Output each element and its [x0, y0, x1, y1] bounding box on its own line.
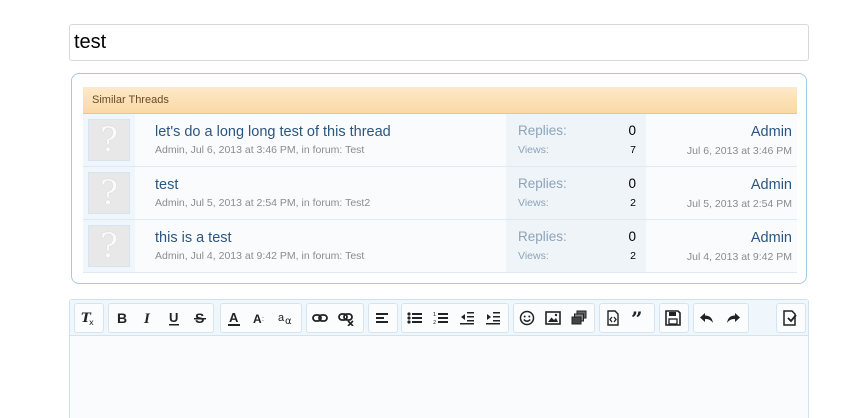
svg-text:”: ” — [631, 311, 643, 325]
replies-label: Replies: — [518, 123, 567, 138]
replies-count: 0 — [628, 123, 636, 138]
svg-text:U: U — [169, 311, 178, 325]
italic-icon[interactable]: I — [135, 305, 161, 331]
thread-stats: Replies: 0 Views: 2 — [506, 220, 646, 272]
thread-stats: Replies: 0 Views: 7 — [506, 114, 646, 166]
toolbar-group-block: ” — [599, 303, 655, 333]
toolbar-group-mode — [776, 303, 806, 333]
font-family-icon[interactable]: aα — [273, 305, 299, 331]
redo-icon[interactable] — [720, 305, 746, 331]
strikethrough-icon[interactable]: S — [187, 305, 213, 331]
last-post-date[interactable]: Jul 6, 2013 at 3:46 PM — [687, 145, 792, 157]
toolbar-group-list: 12 — [401, 303, 509, 333]
toolbar-group-draft — [659, 303, 689, 333]
bullet-list-icon[interactable] — [402, 305, 428, 331]
thread-title-input[interactable]: test — [69, 24, 809, 61]
toolbar-group-insert — [513, 303, 595, 333]
svg-text:A: A — [253, 312, 262, 325]
smilies-icon[interactable] — [514, 305, 540, 331]
save-draft-icon[interactable] — [660, 305, 686, 331]
editor-toolbar: Tx B I U S A A: aα 12 — [70, 300, 808, 336]
svg-text:I: I — [143, 311, 151, 325]
toolbar-group-font: A A: aα — [220, 303, 302, 333]
placeholder-avatar-icon: ? — [99, 173, 119, 213]
svg-text:A: A — [229, 311, 239, 325]
svg-text:2: 2 — [433, 320, 436, 325]
views-label: Views: — [518, 197, 549, 209]
outdent-icon[interactable] — [454, 305, 480, 331]
views-label: Views: — [518, 144, 549, 156]
views-label: Views: — [518, 250, 549, 262]
underline-icon[interactable]: U — [161, 305, 187, 331]
thread-link[interactable]: let's do a long long test of this thread — [155, 124, 391, 140]
media-icon[interactable] — [566, 305, 592, 331]
toolbar-group-clear: Tx — [74, 303, 104, 333]
text-color-icon[interactable]: A — [221, 305, 247, 331]
placeholder-avatar-icon: ? — [99, 120, 119, 160]
views-count: 2 — [630, 197, 636, 209]
numbered-list-icon[interactable]: 12 — [428, 305, 454, 331]
link-icon[interactable] — [307, 305, 333, 331]
font-size-icon[interactable]: A: — [247, 305, 273, 331]
undo-icon[interactable] — [694, 305, 720, 331]
avatar-cell: ? — [83, 220, 135, 272]
views-count: 2 — [630, 250, 636, 262]
views-count: 7 — [630, 144, 636, 156]
last-post-date[interactable]: Jul 5, 2013 at 2:54 PM — [687, 198, 792, 210]
unlink-icon[interactable] — [333, 305, 359, 331]
similar-thread-row: ? this is a test Admin, Jul 4, 2013 at 9… — [83, 220, 797, 273]
thread-meta: Admin, Jul 5, 2013 at 2:54 PM, in forum:… — [155, 197, 371, 209]
toolbar-group-link — [306, 303, 364, 333]
avatar[interactable]: ? — [88, 172, 130, 214]
toolbar-group-text-style: B I U S — [108, 303, 214, 333]
replies-count: 0 — [628, 176, 636, 191]
message-editor[interactable]: Tx B I U S A A: aα 12 — [69, 299, 809, 418]
svg-text:x: x — [89, 318, 94, 326]
avatar-cell: ? — [83, 167, 135, 219]
image-icon[interactable] — [540, 305, 566, 331]
last-post-user-link[interactable]: Admin — [751, 230, 792, 246]
thread-stats: Replies: 0 Views: 2 — [506, 167, 646, 219]
similar-threads-heading: Similar Threads — [83, 87, 797, 114]
last-post-user-link[interactable]: Admin — [751, 177, 792, 193]
last-post-date[interactable]: Jul 4, 2013 at 9:42 PM — [687, 251, 792, 263]
svg-text:B: B — [117, 311, 127, 325]
similar-thread-row: ? let's do a long long test of this thre… — [83, 114, 797, 167]
replies-count: 0 — [628, 229, 636, 244]
placeholder-avatar-icon: ? — [99, 226, 119, 266]
svg-text:a: a — [278, 312, 285, 324]
similar-threads-panel: Similar Threads ? let's do a long long t… — [71, 73, 807, 284]
avatar-cell: ? — [83, 114, 135, 166]
quote-icon[interactable]: ” — [626, 305, 652, 331]
replies-label: Replies: — [518, 229, 567, 244]
svg-text:α: α — [285, 316, 292, 325]
toggle-bbcode-icon[interactable] — [777, 305, 803, 331]
thread-meta: Admin, Jul 6, 2013 at 3:46 PM, in forum:… — [155, 144, 365, 156]
thread-link[interactable]: test — [155, 177, 178, 193]
avatar[interactable]: ? — [88, 119, 130, 161]
replies-label: Replies: — [518, 176, 567, 191]
bold-icon[interactable]: B — [109, 305, 135, 331]
remove-format-icon[interactable]: Tx — [75, 305, 101, 331]
toolbar-group-align — [368, 303, 398, 333]
thread-link[interactable]: this is a test — [155, 230, 232, 246]
code-icon[interactable] — [600, 305, 626, 331]
similar-thread-row: ? test Admin, Jul 5, 2013 at 2:54 PM, in… — [83, 167, 797, 220]
svg-text::: : — [262, 316, 264, 323]
align-icon[interactable] — [369, 305, 395, 331]
avatar[interactable]: ? — [88, 225, 130, 267]
last-post-user-link[interactable]: Admin — [751, 124, 792, 140]
svg-text:1: 1 — [433, 312, 436, 318]
thread-meta: Admin, Jul 4, 2013 at 9:42 PM, in forum:… — [155, 250, 365, 262]
toolbar-group-history — [693, 303, 749, 333]
indent-icon[interactable] — [480, 305, 506, 331]
